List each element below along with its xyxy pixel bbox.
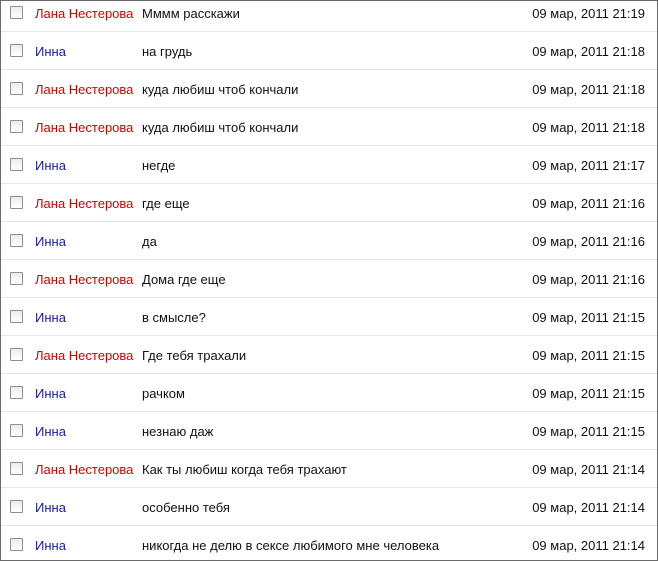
select-checkbox[interactable] (10, 310, 23, 323)
message-text[interactable]: в смысле? (142, 310, 206, 325)
message-date: 09 мар, 2011 21:18 (532, 82, 645, 97)
select-checkbox[interactable] (10, 272, 23, 285)
message-row[interactable]: Лана Нестерова куда любиш чтоб кончали 0… (1, 108, 657, 146)
message-row[interactable]: Лана Нестерова Как ты любиш когда тебя т… (1, 450, 657, 488)
sender-name[interactable]: Лана Нестерова (35, 196, 133, 211)
message-row[interactable]: Инна в смысле? 09 мар, 2011 21:15 (1, 298, 657, 336)
select-checkbox[interactable] (10, 424, 23, 437)
message-row[interactable]: Инна рачком 09 мар, 2011 21:15 (1, 374, 657, 412)
message-date: 09 мар, 2011 21:15 (532, 310, 645, 325)
message-date: 09 мар, 2011 21:14 (532, 538, 645, 553)
message-date: 09 мар, 2011 21:16 (532, 272, 645, 287)
message-date: 09 мар, 2011 21:14 (532, 500, 645, 515)
select-checkbox[interactable] (10, 348, 23, 361)
message-text[interactable]: Дома где еще (142, 272, 226, 287)
sender-name[interactable]: Лана Нестерова (35, 82, 133, 97)
message-text[interactable]: Где тебя трахали (142, 348, 246, 363)
message-row[interactable]: Лана Нестерова Где тебя трахали 09 мар, … (1, 336, 657, 374)
message-date: 09 мар, 2011 21:16 (532, 196, 645, 211)
select-checkbox[interactable] (10, 538, 23, 551)
message-row[interactable]: Инна на грудь 09 мар, 2011 21:18 (1, 32, 657, 70)
select-checkbox[interactable] (10, 462, 23, 475)
message-date: 09 мар, 2011 21:18 (532, 44, 645, 59)
message-text[interactable]: Мммм расскажи (142, 6, 240, 21)
message-date: 09 мар, 2011 21:15 (532, 424, 645, 439)
message-text[interactable]: где еще (142, 196, 190, 211)
sender-name[interactable]: Лана Нестерова (35, 6, 133, 21)
message-text[interactable]: куда любиш чтоб кончали (142, 82, 298, 97)
message-row[interactable]: Лана Нестерова Дома где еще 09 мар, 2011… (1, 260, 657, 298)
message-row[interactable]: Лана Нестерова куда любиш чтоб кончали 0… (1, 70, 657, 108)
sender-name[interactable]: Лана Нестерова (35, 348, 133, 363)
message-text[interactable]: никогда не делю в сексе любимого мне чел… (142, 538, 439, 553)
sender-name[interactable]: Лана Нестерова (35, 120, 133, 135)
message-row[interactable]: Инна негде 09 мар, 2011 21:17 (1, 146, 657, 184)
select-checkbox[interactable] (10, 500, 23, 513)
message-date: 09 мар, 2011 21:16 (532, 234, 645, 249)
message-row[interactable]: Инна незнаю даж 09 мар, 2011 21:15 (1, 412, 657, 450)
select-checkbox[interactable] (10, 386, 23, 399)
sender-name[interactable]: Инна (35, 158, 66, 173)
message-text[interactable]: особенно тебя (142, 500, 230, 515)
message-text[interactable]: да (142, 234, 157, 249)
message-text[interactable]: незнаю даж (142, 424, 213, 439)
sender-name[interactable]: Инна (35, 500, 66, 515)
message-text[interactable]: на грудь (142, 44, 192, 59)
message-text[interactable]: куда любиш чтоб кончали (142, 120, 298, 135)
message-text[interactable]: негде (142, 158, 175, 173)
select-checkbox[interactable] (10, 234, 23, 247)
sender-name[interactable]: Инна (35, 538, 66, 553)
message-date: 09 мар, 2011 21:19 (532, 6, 645, 21)
select-checkbox[interactable] (10, 158, 23, 171)
message-row[interactable]: Инна да 09 мар, 2011 21:16 (1, 222, 657, 260)
message-row[interactable]: Лана Нестерова Мммм расскажи 09 мар, 201… (1, 1, 657, 32)
select-checkbox[interactable] (10, 120, 23, 133)
sender-name[interactable]: Инна (35, 424, 66, 439)
message-text[interactable]: Как ты любиш когда тебя трахают (142, 462, 347, 477)
select-checkbox[interactable] (10, 44, 23, 57)
message-date: 09 мар, 2011 21:15 (532, 348, 645, 363)
message-text[interactable]: рачком (142, 386, 185, 401)
message-date: 09 мар, 2011 21:18 (532, 120, 645, 135)
select-checkbox[interactable] (10, 196, 23, 209)
message-list: Лана Нестерова Мммм расскажи 09 мар, 201… (1, 1, 657, 560)
sender-name[interactable]: Инна (35, 310, 66, 325)
sender-name[interactable]: Лана Нестерова (35, 272, 133, 287)
select-checkbox[interactable] (10, 82, 23, 95)
message-row[interactable]: Лана Нестерова где еще 09 мар, 2011 21:1… (1, 184, 657, 222)
message-date: 09 мар, 2011 21:15 (532, 386, 645, 401)
message-date: 09 мар, 2011 21:14 (532, 462, 645, 477)
sender-name[interactable]: Инна (35, 44, 66, 59)
sender-name[interactable]: Инна (35, 234, 66, 249)
message-row[interactable]: Инна особенно тебя 09 мар, 2011 21:14 (1, 488, 657, 526)
sender-name[interactable]: Инна (35, 386, 66, 401)
message-list-frame: Лана Нестерова Мммм расскажи 09 мар, 201… (0, 0, 658, 561)
message-row[interactable]: Инна никогда не делю в сексе любимого мн… (1, 526, 657, 560)
message-date: 09 мар, 2011 21:17 (532, 158, 645, 173)
sender-name[interactable]: Лана Нестерова (35, 462, 133, 477)
select-checkbox[interactable] (10, 6, 23, 19)
